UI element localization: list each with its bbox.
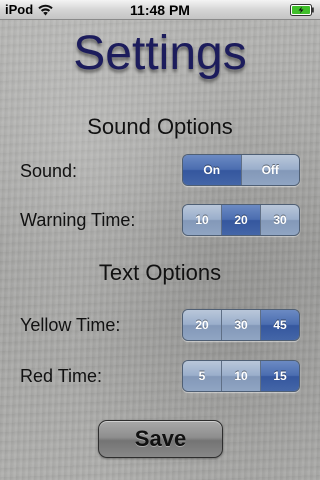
sound-option-on[interactable]: On: [183, 155, 241, 185]
yellow-time-option-30[interactable]: 30: [221, 310, 260, 340]
yellow-time-option-20[interactable]: 20: [183, 310, 221, 340]
red-time-option-10[interactable]: 10: [221, 361, 260, 391]
status-time: 11:48 PM: [130, 2, 190, 18]
battery-charging-icon: [290, 4, 314, 16]
yellow-time-segmented-control[interactable]: 20 30 45: [182, 309, 300, 341]
save-button[interactable]: Save: [98, 420, 223, 458]
warning-time-option-10[interactable]: 10: [183, 205, 221, 235]
warning-time-label: Warning Time:: [20, 210, 136, 230]
red-time-segmented-control[interactable]: 5 10 15: [182, 360, 300, 392]
red-time-option-15[interactable]: 15: [260, 361, 299, 391]
warning-time-option-30[interactable]: 30: [260, 205, 299, 235]
warning-time-option-20[interactable]: 20: [221, 205, 260, 235]
text-options-heading: Text Options: [98, 260, 222, 285]
page-title: Settings: [73, 27, 247, 80]
sound-segmented-control[interactable]: On Off: [182, 154, 300, 186]
red-time-option-5[interactable]: 5: [183, 361, 221, 391]
sound-options-heading: Sound Options: [87, 114, 233, 139]
sound-option-off[interactable]: Off: [240, 155, 299, 185]
sound-label: Sound:: [20, 161, 78, 181]
yellow-time-label: Yellow Time:: [20, 315, 121, 335]
warning-time-segmented-control[interactable]: 10 20 30: [182, 204, 300, 236]
red-time-label: Red Time:: [20, 366, 103, 386]
status-bar: iPod 11:48 PM: [0, 0, 320, 20]
yellow-time-option-45[interactable]: 45: [260, 310, 299, 340]
